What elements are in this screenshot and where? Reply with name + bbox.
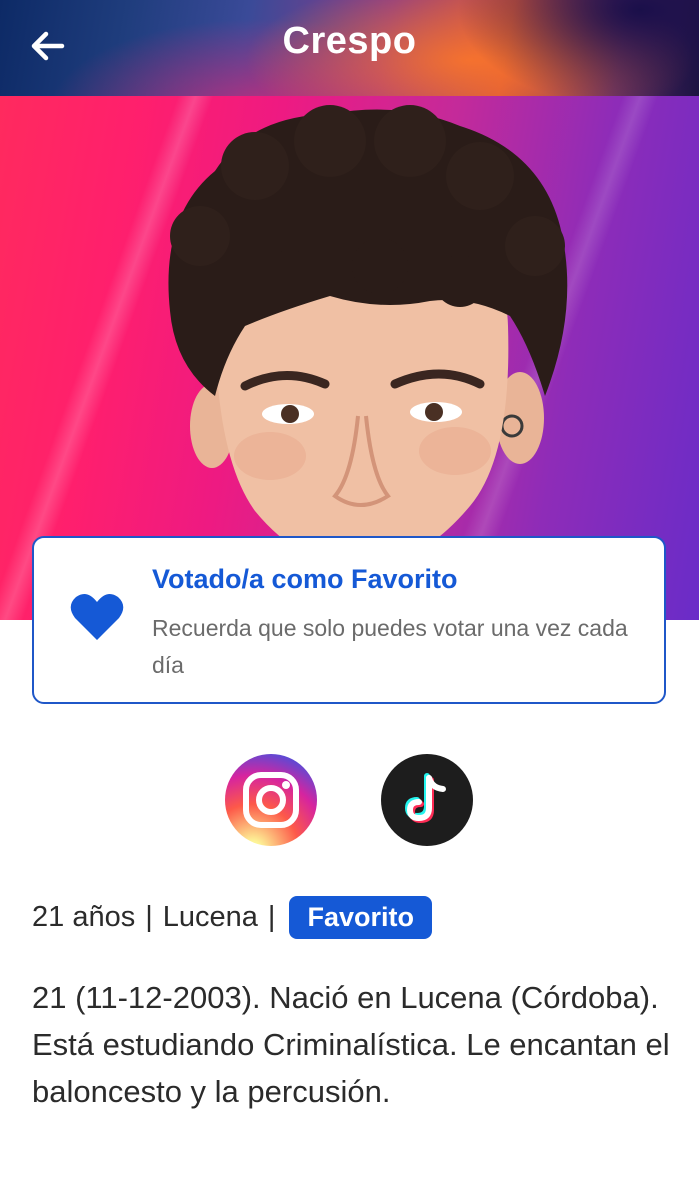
separator: | [145,900,153,933]
age-label: 21 años [32,900,136,933]
heart-icon [70,593,124,640]
vote-title: Votado/a como Favorito [152,564,458,594]
separator: | [267,900,276,933]
instagram-icon [243,772,299,828]
instagram-button[interactable] [225,754,317,846]
contestant-bio: 21 (11-12-2003). Nació en Lucena (Córdob… [32,980,670,1109]
status-badge: Favorito [289,895,432,939]
page-title: Crespo [282,20,417,62]
vote-subtitle: Recuerda que solo puedes votar una vez c… [152,615,628,678]
app-header: Crespo [0,0,699,96]
city-label: Lucena [162,900,258,933]
tiktok-icon [404,773,446,824]
tiktok-button[interactable] [381,754,473,846]
vote-status-card: Votado/a como Favorito Recuerda que solo… [32,536,666,704]
contestant-info: 21 años | Lucena | Favorito [32,893,432,941]
